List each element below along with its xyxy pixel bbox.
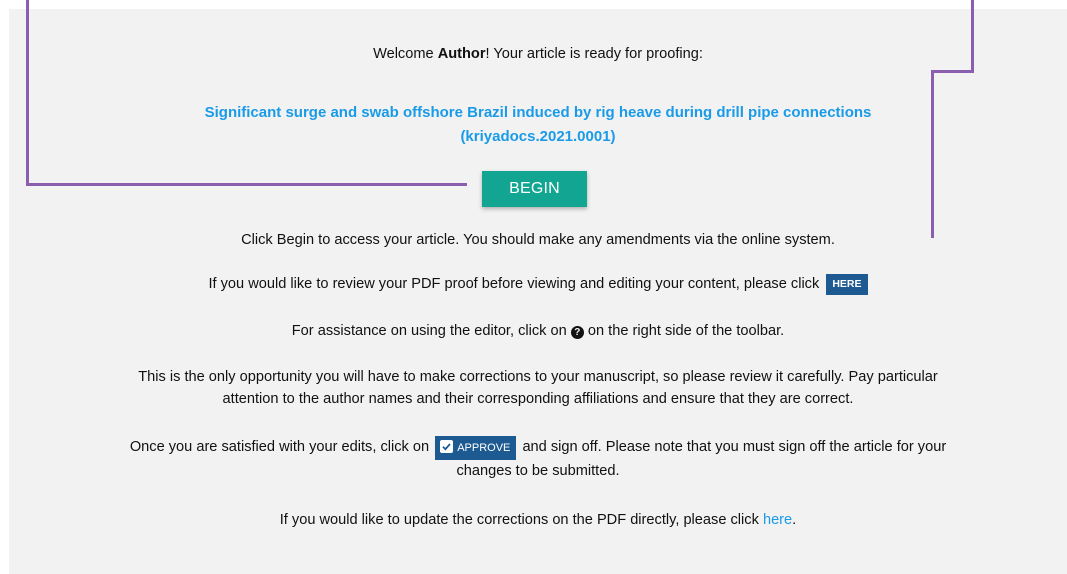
- welcome-message: Welcome Author! Your article is ready fo…: [9, 43, 1067, 65]
- begin-button[interactable]: BEGIN: [482, 171, 587, 207]
- welcome-suffix: ! Your article is ready for proofing:: [485, 46, 703, 62]
- pdf-review-text: If you would like to review your PDF pro…: [208, 276, 820, 292]
- pdf-review-instructions: If you would like to review your PDF pro…: [9, 273, 1067, 295]
- tour-outline-bottom: [26, 183, 467, 186]
- approve-prefix: Once you are satisfied with your edits, …: [129, 439, 430, 455]
- approve-button-label: APPROVE: [457, 442, 511, 454]
- tour-outline-left: [26, 0, 29, 185]
- welcome-prefix: Welcome: [373, 46, 438, 62]
- approve-instructions: Once you are satisfied with your edits, …: [9, 436, 1067, 482]
- approve-line-2: changes to be submitted.: [456, 463, 620, 479]
- article-title-block: Significant surge and swab offshore Braz…: [9, 101, 1067, 149]
- tour-outline-step: [931, 70, 974, 73]
- pdf-update-instructions: If you would like to update the correcti…: [9, 509, 1067, 531]
- pdf-proof-here-button[interactable]: HERE: [826, 274, 868, 295]
- assist-prefix: For assistance on using the editor, clic…: [291, 323, 567, 339]
- approve-button[interactable]: APPROVE: [435, 436, 517, 460]
- update-suffix: .: [792, 512, 797, 528]
- update-prefix: If you would like to update the correcti…: [279, 512, 759, 528]
- author-name: Author: [437, 46, 486, 62]
- opportunity-line-1: This is the only opportunity you will ha…: [138, 369, 938, 385]
- tour-outline-right-bottom: [931, 70, 934, 238]
- opportunity-line-2: attention to the author names and their …: [222, 391, 854, 407]
- question-circle-icon: ?: [570, 326, 584, 339]
- assistance-instructions: For assistance on using the editor, clic…: [9, 320, 1067, 342]
- begin-instructions: Click Begin to access your article. You …: [241, 232, 835, 248]
- approve-suffix: and sign off. Please note that you must …: [522, 439, 947, 455]
- approve-line-1: Once you are satisfied with your edits, …: [9, 436, 1067, 460]
- opportunity-notice: This is the only opportunity you will ha…: [9, 366, 1067, 410]
- article-title[interactable]: Significant surge and swab offshore Braz…: [9, 101, 1067, 125]
- pdf-update-here-link[interactable]: here: [763, 512, 792, 528]
- checkbox-icon: [440, 440, 454, 453]
- article-doi[interactable]: (kriyadocs.2021.0001): [9, 125, 1067, 149]
- assist-suffix: on the right side of the toolbar.: [587, 323, 785, 339]
